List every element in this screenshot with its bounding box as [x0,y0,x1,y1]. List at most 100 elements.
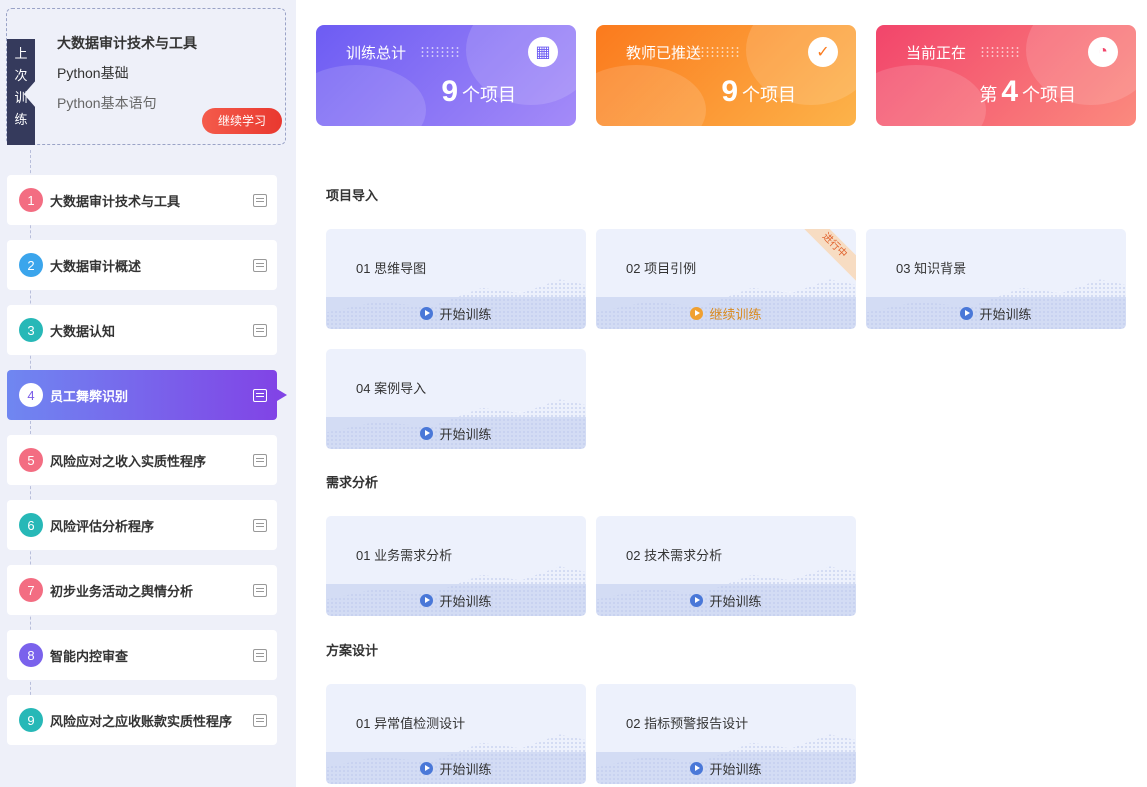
document-icon[interactable] [253,713,267,727]
last-training-tag-char: 训 [14,90,28,105]
document-icon[interactable] [253,388,267,402]
stat-number: 4 [1001,75,1018,108]
last-training-line1: Python基础 [57,65,129,81]
project-card[interactable]: 02 项目引例继续训练 进行中 [596,229,856,329]
chapter-label: 风险评估分析程序 [50,518,155,534]
project-name: 02 指标预警报告设计 [626,716,749,731]
chapter-number: 3 [19,318,43,342]
start-training-button[interactable]: 开始训练 [326,417,586,449]
chapter-item[interactable]: 8 智能内控审查 [7,630,277,680]
in-progress-badge: 进行中 [799,229,856,281]
chapter-label: 初步业务活动之舆情分析 [50,583,194,599]
chapter-number: 4 [19,383,43,407]
project-card[interactable]: 01 思维导图 开始训练 [326,229,586,329]
document-icon[interactable] [253,258,267,272]
last-training-course: 大数据审计技术与工具 [57,35,197,51]
clock-icon: ◔ [1088,37,1118,67]
project-card[interactable]: 01 业务需求分析 开始训练 [326,516,586,616]
last-training-tag-char: 次 [14,68,28,83]
chapter-label: 员工舞弊识别 [50,388,129,404]
project-card[interactable]: 03 知识背景开始训练 [866,229,1126,329]
start-training-button[interactable]: 开始训练 [596,584,856,616]
action-label: 开始训练 [439,306,492,322]
chapter-label: 智能内控审查 [50,648,129,664]
document-icon[interactable] [253,583,267,597]
project-card[interactable]: 02 指标预警报告设计开始训练 [596,684,856,784]
section-title: 方案设计 [326,643,379,658]
sidebar: 上 次 训 练 大数据审计技术与工具 Python基础 Python基本语句 继… [0,0,296,787]
chapter-number: 7 [19,578,43,602]
project-name: 03 知识背景 [896,261,967,276]
section-title: 项目导入 [326,188,379,203]
action-label: 继续训练 [709,306,762,322]
last-training-tag-char: 练 [14,112,28,127]
document-icon[interactable] [253,453,267,467]
section-title: 需求分析 [326,475,379,490]
last-training-card: 上 次 训 练 大数据审计技术与工具 Python基础 Python基本语句 继… [6,8,286,145]
document-icon[interactable] [253,518,267,532]
project-card[interactable]: 01 异常值检测设计开始训练 [326,684,586,784]
chapter-label: 大数据审计概述 [50,258,142,274]
stat-card: 当前正在 ◔ 第 4 个项目 [876,25,1136,126]
chapter-item[interactable]: 9 风险应对之应收账款实质性程序 [7,695,277,745]
chapter-label: 大数据审计技术与工具 [50,193,181,209]
chapter-number: 6 [19,513,43,537]
continue-learning-button[interactable]: 继续学习 [202,108,282,134]
chapter-number: 8 [19,643,43,667]
start-training-button[interactable]: 开始训练 [866,297,1126,329]
play-icon [420,426,434,440]
start-training-button[interactable]: 开始训练 [326,752,586,784]
chapter-item[interactable]: 3 大数据认知 [7,305,277,355]
last-training-info: 大数据审计技术与工具 Python基础 Python基本语句 [57,33,197,113]
action-label: 开始训练 [439,426,492,442]
play-icon [420,761,434,775]
chapter-item[interactable]: 7 初步业务活动之舆情分析 [7,565,277,615]
stats-bar: 训练总计 ▦ 9 个项目 教师已推送 ✓ 9 个项目 当前正在 ◔ 第 4 个项目 [296,0,1147,153]
chapter-item[interactable]: 1 大数据审计技术与工具 [7,175,277,225]
stat-value: 第 4 个项目 [979,75,1076,109]
chapter-label: 风险应对之应收账款实质性程序 [50,713,233,729]
play-icon [690,306,704,320]
stat-unit: 个项目 [742,85,796,105]
play-icon [690,761,704,775]
grid-icon: ▦ [528,37,558,67]
decorative-dots [420,46,460,58]
project-name: 02 技术需求分析 [626,548,723,563]
chapter-item[interactable]: 4 员工舞弊识别 [7,370,287,420]
chapter-item[interactable]: 5 风险应对之收入实质性程序 [7,435,277,485]
action-label: 开始训练 [709,761,762,777]
chapter-number: 1 [19,188,43,212]
start-training-button[interactable]: 开始训练 [326,584,586,616]
document-icon[interactable] [253,323,267,337]
stat-value: 9 个项目 [717,75,796,109]
stat-value: 9 个项目 [437,75,516,109]
start-training-button[interactable]: 开始训练 [596,752,856,784]
chapter-item[interactable]: 6 风险评估分析程序 [7,500,277,550]
last-training-tag-char: 上 [14,46,28,61]
chapter-number: 5 [19,448,43,472]
play-icon [420,306,434,320]
project-name: 04 案例导入 [356,381,427,396]
chapter-number: 2 [19,253,43,277]
document-icon[interactable] [253,648,267,662]
document-icon[interactable] [253,193,267,207]
decorative-dots [700,46,740,58]
project-card[interactable]: 02 技术需求分析开始训练 [596,516,856,616]
check-icon: ✓ [808,37,838,67]
last-training-tag: 上 次 训 练 [7,39,35,145]
stat-number: 9 [441,75,458,108]
stat-card: 训练总计 ▦ 9 个项目 [316,25,576,126]
stat-title: 教师已推送 [626,45,702,62]
project-name: 02 项目引例 [626,261,697,276]
project-name: 01 异常值检测设计 [356,716,466,731]
stat-card: 教师已推送 ✓ 9 个项目 [596,25,856,126]
start-training-button[interactable]: 开始训练 [326,297,586,329]
chapter-item[interactable]: 2 大数据审计概述 [7,240,277,290]
stat-unit: 个项目 [1022,85,1076,105]
stat-title: 训练总计 [346,45,407,62]
stat-prefix: 第 [979,85,998,105]
project-card[interactable]: 04 案例导入开始训练 [326,349,586,449]
stat-unit: 个项目 [462,85,516,105]
stat-title: 当前正在 [906,45,967,62]
start-training-button[interactable]: 继续训练 [596,297,856,329]
